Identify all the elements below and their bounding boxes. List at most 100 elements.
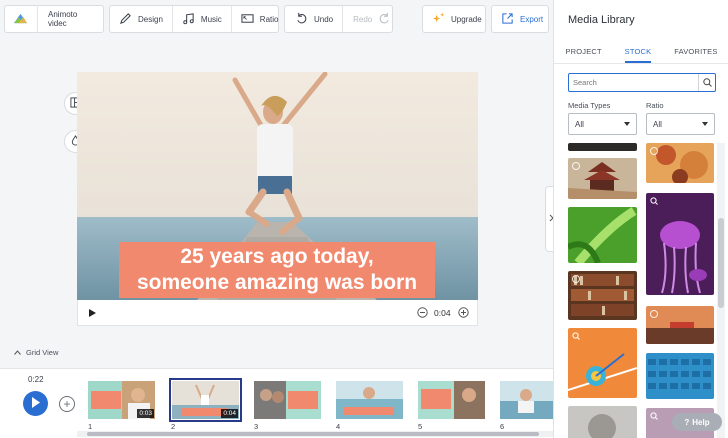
timeline-scrollbar[interactable] [77,431,553,437]
clip-duration: 0:04 [221,409,238,418]
ratio-filter-label: Ratio [646,101,664,110]
stock-thumb[interactable] [568,406,637,438]
timeline-clip[interactable] [336,381,403,419]
caret-down-icon [624,122,630,126]
search-input[interactable] [569,78,698,87]
zoom-icon [650,197,658,207]
undo-icon [295,12,308,27]
caret-down-icon [702,122,708,126]
edit-group: Design Music Ratio [109,5,279,33]
zoom-out-icon[interactable] [417,307,428,320]
current-time: 0:22 [28,375,44,384]
ratio-icon [241,12,254,27]
timeline-clip[interactable] [254,381,321,419]
stock-thumb[interactable] [646,353,714,399]
design-label: Design [138,14,163,24]
timeline-clip[interactable] [500,381,553,419]
panel-title: Media Library [568,14,635,26]
timeline: 0:22 + 0:03 1 0:04 2 3 4 5 6 [0,368,553,438]
upgrade-label: Upgrade [451,14,482,24]
ratio-button[interactable]: Ratio [230,6,288,32]
ratio-label: Ratio [259,14,279,24]
media-scroll-thumb[interactable] [718,218,724,308]
clip-duration: 0:03 [137,409,154,418]
music-note-icon [182,12,195,27]
grid-view-toggle[interactable]: Grid View [14,348,58,357]
pencil-icon [119,12,132,27]
stock-media-grid [568,143,716,438]
video-badge-icon [572,275,580,283]
chevron-up-icon [14,348,21,357]
play-icon [31,397,40,410]
ratio-select[interactable]: All [646,113,715,135]
question-icon: ? [684,417,690,427]
timeline-scroll-thumb[interactable] [87,432,539,436]
caption-line-2: someone amazing was born [136,271,418,294]
search-icon[interactable] [698,74,715,91]
stock-thumb[interactable] [568,328,637,398]
redo-label: Redo [353,14,373,24]
music-label: Music [200,14,222,24]
music-button[interactable]: Music [171,6,231,32]
media-tabs: PROJECT STOCK FAVORITES [554,40,728,64]
help-label: Help [692,417,710,427]
export-button[interactable]: Export [492,6,552,32]
animoto-logo-icon [14,12,27,27]
video-badge-icon [572,162,580,170]
video-badge-icon [650,147,658,155]
stock-thumb[interactable] [646,193,714,295]
zoom-in-icon[interactable] [458,307,469,320]
design-button[interactable]: Design [110,6,172,32]
media-library-panel: Media Library PROJECT STOCK FAVORITES Me… [553,0,728,438]
add-block-button[interactable]: + [59,396,75,412]
preview-play-icon[interactable] [89,309,96,319]
clip-number: 5 [418,422,423,431]
caption-line-1: 25 years ago today, [180,245,374,268]
stock-thumb[interactable] [568,158,637,199]
upgrade-button[interactable]: Upgrade [423,6,491,32]
clip-number: 4 [336,422,341,431]
help-button[interactable]: ? Help [672,413,722,431]
preview-controls: 0:04 [77,300,478,326]
clip-number: 2 [171,422,176,431]
tab-stock[interactable]: STOCK [624,40,652,63]
media-types-select[interactable]: All [568,113,637,135]
project-group: Animoto videc [4,5,104,33]
project-title: Animoto videc [48,10,78,28]
export-icon [501,12,514,27]
stock-thumb[interactable] [646,306,714,344]
zoom-icon [572,332,580,342]
media-types-value: All [575,119,584,129]
play-button[interactable] [23,391,48,416]
sparkle-icon [432,12,445,27]
upgrade-group: Upgrade [422,5,486,33]
caption-overlay[interactable]: 25 years ago today, someone amazing was … [119,242,435,298]
undo-button[interactable]: Undo [285,6,342,32]
stock-thumb[interactable] [568,207,637,263]
stock-thumb[interactable] [646,143,714,183]
tab-project[interactable]: PROJECT [565,40,601,63]
clip-number: 1 [88,422,93,431]
export-label: Export [520,14,544,24]
search-box [568,73,716,92]
tab-favorites[interactable]: FAVORITES [674,40,717,63]
redo-button[interactable]: Redo [342,6,399,32]
stock-thumb[interactable] [568,271,637,320]
history-group: Undo Redo [284,5,393,33]
video-badge-icon [650,310,658,318]
clip-number: 3 [254,422,259,431]
video-preview[interactable]: 25 years ago today, someone amazing was … [77,72,478,300]
timeline-clip-selected[interactable]: 0:04 [169,378,242,422]
timeline-clip[interactable] [418,381,485,419]
project-button[interactable]: Animoto videc [5,5,103,33]
duration-readout: 0:04 [434,308,451,318]
timeline-clip[interactable]: 0:03 [88,381,155,419]
toolbar: Animoto videc Design Music Ratio Undo Re… [0,0,553,38]
stock-thumb[interactable] [568,143,637,151]
media-scrollbar[interactable] [717,143,725,438]
undo-label: Undo [314,14,334,24]
ratio-value: All [653,119,662,129]
media-types-label: Media Types [568,101,611,110]
plus-icon: + [63,397,71,411]
export-group: Export [491,5,549,33]
